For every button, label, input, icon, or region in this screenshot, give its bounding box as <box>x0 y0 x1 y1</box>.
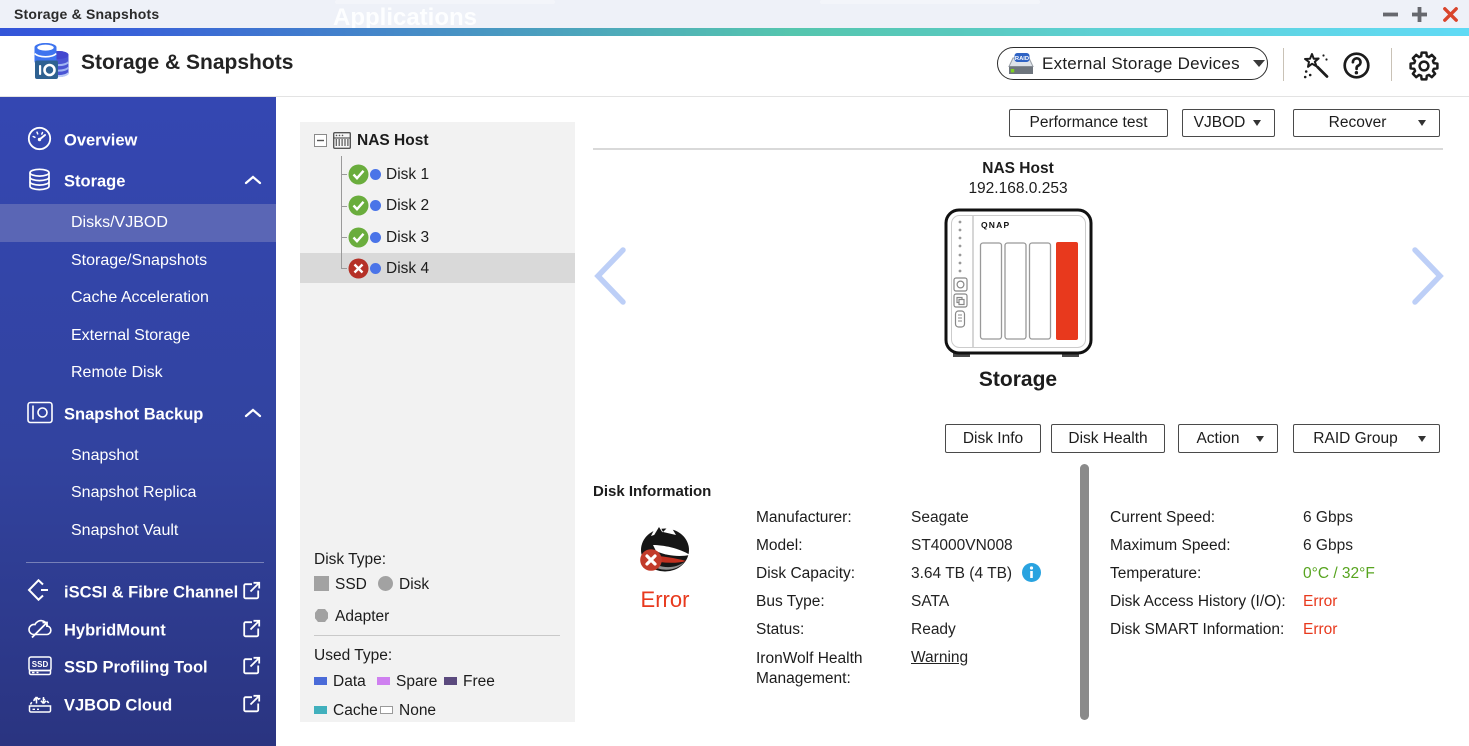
svg-text:SSD: SSD <box>32 660 49 669</box>
svg-text:QNAP: QNAP <box>981 220 1010 230</box>
svg-text:RAID: RAID <box>1015 55 1029 61</box>
